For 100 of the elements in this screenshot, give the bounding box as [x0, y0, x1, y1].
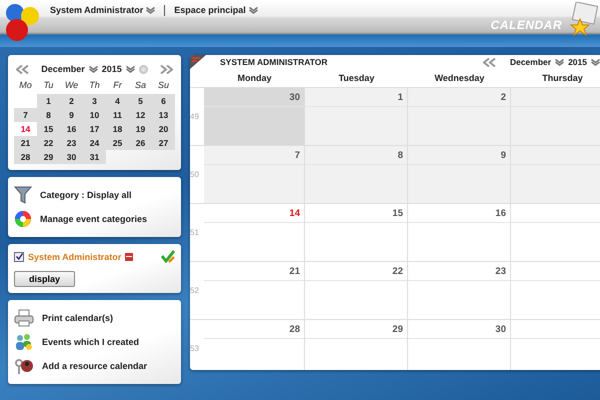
mini-calendar-day[interactable]: 10	[83, 108, 106, 122]
mini-calendar-day[interactable]: 9	[60, 108, 83, 122]
weekday-label: Mo	[18, 79, 33, 92]
day-cell[interactable]: 22	[305, 262, 408, 319]
previous-month-icon[interactable]	[482, 58, 496, 66]
day-number: 1	[398, 92, 403, 103]
day-cell[interactable]: 23	[408, 262, 511, 319]
calendar-checkbox[interactable]	[14, 252, 24, 262]
weekday-label: Sa	[134, 79, 147, 92]
day-number: 28	[289, 324, 300, 335]
weekday-header: Monday	[236, 73, 272, 83]
mini-calendar-day[interactable]: 19	[129, 122, 152, 136]
menu-link[interactable]: Manage event categories	[40, 214, 148, 224]
mini-calendar-day[interactable]: 23	[60, 136, 83, 150]
mini-calendar-day[interactable]: 12	[129, 108, 152, 122]
display-button[interactable]: display	[14, 271, 76, 287]
mini-calendar-day[interactable]: 20	[152, 122, 175, 136]
mini-calendar-day[interactable]: 2	[60, 94, 83, 108]
weekday-label: We	[64, 79, 80, 92]
day-cell[interactable]: 30	[204, 88, 305, 145]
menu-link[interactable]: Print calendar(s)	[42, 313, 114, 323]
caret-icon	[88, 66, 98, 72]
day-number: 22	[392, 266, 403, 277]
caret-icon	[146, 6, 156, 14]
mini-calendar-day[interactable]: 15	[37, 122, 60, 136]
mini-calendar-day[interactable]: 26	[129, 136, 152, 150]
year-select[interactable]: 2015	[102, 64, 122, 74]
day-cell[interactable]: 28	[204, 320, 305, 370]
funnel-icon	[14, 186, 32, 204]
mini-calendar-day[interactable]: 11	[106, 108, 129, 122]
menu-link[interactable]: Category : Display all	[40, 190, 132, 200]
menu-link[interactable]: Add a resource calendar	[42, 361, 148, 371]
newspaper-star-icon[interactable]	[570, 2, 598, 36]
day-number: 30	[495, 324, 506, 335]
mini-calendar-day[interactable]: 6	[152, 94, 175, 108]
weekday-label: Th	[88, 79, 101, 92]
day-number: 15	[392, 208, 403, 219]
mini-calendar-day[interactable]: 8	[37, 108, 60, 122]
mini-calendar-day[interactable]: 31	[83, 150, 106, 164]
day-number: 16	[495, 208, 506, 219]
weekday-header: Thursday	[541, 73, 584, 83]
day-cell[interactable]: 21	[204, 262, 305, 319]
caret-icon	[591, 58, 600, 66]
day-number: 7	[294, 150, 300, 161]
weekday-header: Wednesday	[434, 73, 486, 83]
mini-calendar-day[interactable]: 3	[83, 94, 106, 108]
mini-calendar-day[interactable]: 27	[152, 136, 175, 150]
day-cell[interactable]: 8	[305, 146, 408, 203]
mini-calendar-day[interactable]: 28	[14, 150, 37, 164]
day-cell[interactable]: 14	[204, 204, 305, 261]
header-menu[interactable]: Espace principal	[172, 4, 260, 16]
mini-calendar-day[interactable]: 16	[60, 122, 83, 136]
mini-calendar-day[interactable]: 25	[106, 136, 129, 150]
calendar-owner-title: SYSTEM ADMINISTRATOR	[220, 57, 328, 67]
weekday-label: Tu	[42, 79, 54, 92]
header-menu[interactable]: System Administrator	[48, 4, 158, 16]
mini-calendar-day[interactable]: 29	[37, 150, 60, 164]
day-cell[interactable]	[511, 146, 600, 203]
day-cell[interactable]: 1	[305, 88, 408, 145]
checkmark-pencil-icon[interactable]	[161, 250, 175, 263]
week-number: 52	[190, 285, 200, 297]
day-cell[interactable]	[511, 88, 600, 145]
mini-calendar-day[interactable]: 7	[14, 108, 37, 122]
day-cell[interactable]: 16	[408, 204, 511, 261]
mini-calendar-day[interactable]: 21	[14, 136, 37, 150]
previous-month-icon[interactable]	[16, 64, 29, 74]
mini-calendar-day[interactable]: 1	[37, 94, 60, 108]
week-number: 50	[190, 169, 200, 181]
weekday-header: Tuesday	[338, 73, 376, 83]
mini-calendar-day[interactable]: 18	[106, 122, 129, 136]
people-icon	[14, 333, 34, 351]
day-cell[interactable]: 30	[408, 320, 511, 370]
year-select[interactable]: 2015	[568, 57, 587, 67]
month-select[interactable]: December	[41, 64, 85, 74]
caret-icon	[248, 6, 258, 14]
printer-icon	[14, 309, 34, 327]
day-number: 2	[500, 92, 506, 103]
mini-calendar-day[interactable]: 13	[152, 108, 175, 122]
day-cell[interactable]: 15	[305, 204, 408, 261]
mini-calendar-day[interactable]: 22	[37, 136, 60, 150]
mini-calendar-day[interactable]: 30	[60, 150, 83, 164]
weekday-label: Su	[156, 79, 170, 92]
mini-calendar-day[interactable]: 24	[83, 136, 106, 150]
mini-calendar-day[interactable]: 17	[83, 122, 106, 136]
mini-calendar-day[interactable]: 4	[106, 94, 129, 108]
day-number: 30	[289, 92, 300, 103]
day-cell[interactable]: 29	[305, 320, 408, 370]
day-cell[interactable]: 2	[408, 88, 511, 145]
day-cell[interactable]: 7	[204, 146, 305, 203]
circle-icon[interactable]	[138, 64, 148, 74]
day-cell[interactable]: 9	[408, 146, 511, 203]
calendar-color-icon	[125, 252, 134, 260]
menu-link[interactable]: Events which I created	[42, 337, 140, 347]
mini-calendar-day[interactable]: 5	[129, 94, 152, 108]
weekday-label: Fr	[112, 79, 123, 92]
day-number: 9	[500, 150, 506, 161]
section-title: CALENDAR	[490, 18, 562, 32]
week-number: 53	[190, 343, 200, 355]
month-select[interactable]: December	[510, 57, 552, 67]
next-month-icon[interactable]	[160, 64, 173, 74]
